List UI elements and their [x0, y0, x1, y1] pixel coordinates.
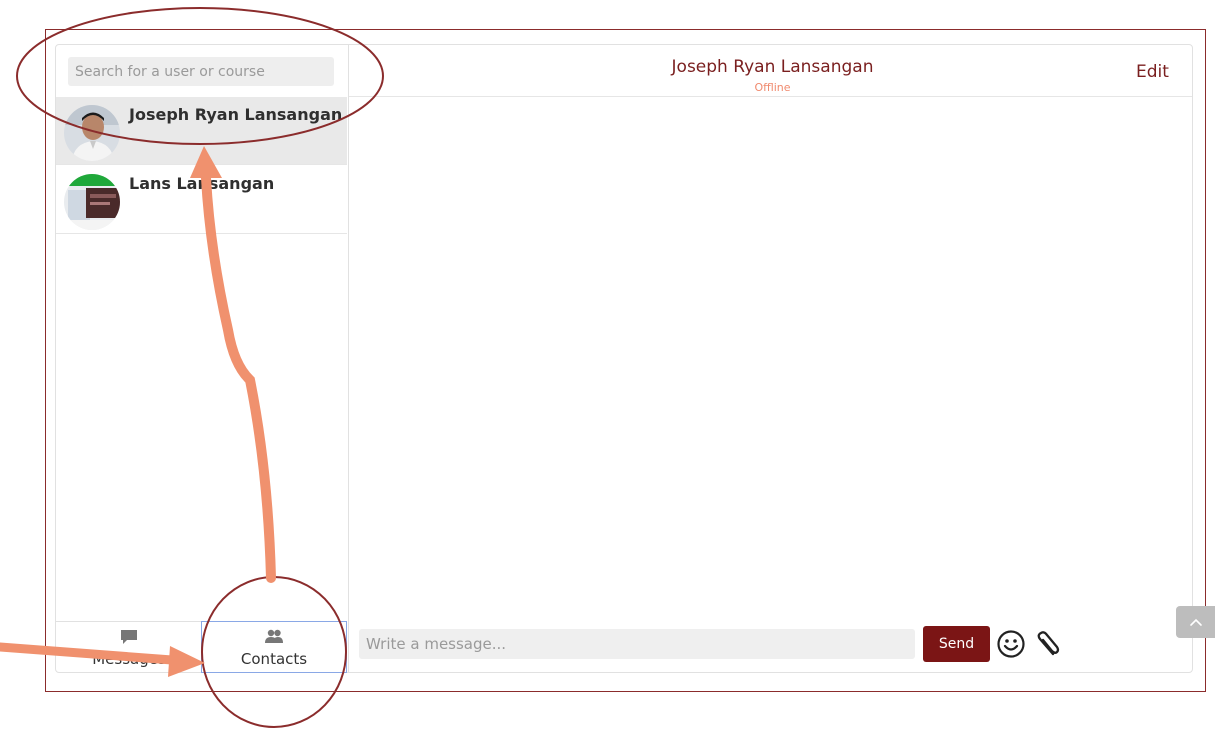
header-divider: [349, 96, 1192, 97]
scroll-to-top-button[interactable]: [1176, 606, 1215, 638]
search-input[interactable]: [68, 57, 334, 86]
contact-name: Lans Lansangan: [129, 174, 275, 193]
paperclip-icon[interactable]: [1031, 628, 1063, 660]
tab-contacts-label: Contacts: [240, 650, 308, 668]
contact-item[interactable]: Lans Lansangan: [56, 166, 347, 234]
conversation-title: Joseph Ryan Lansangan: [671, 57, 874, 77]
message-input[interactable]: [359, 629, 915, 659]
tab-messages-label: Messages: [92, 650, 166, 668]
contacts-icon: [265, 629, 283, 643]
tab-contacts[interactable]: Contacts: [201, 621, 347, 673]
send-button[interactable]: Send: [923, 626, 990, 662]
status-badge: Offline: [754, 81, 791, 94]
avatar: [64, 174, 120, 230]
message-icon: [121, 630, 137, 644]
chevron-up-icon: [1190, 618, 1202, 626]
smiley-icon[interactable]: [996, 629, 1026, 659]
sidebar-tabs: Messages Contacts: [56, 621, 348, 673]
avatar: [64, 105, 120, 161]
contact-item[interactable]: Joseph Ryan Lansangan: [56, 97, 347, 165]
edit-link[interactable]: Edit: [1136, 62, 1169, 82]
contact-name: Joseph Ryan Lansangan: [129, 105, 343, 124]
tab-messages[interactable]: Messages: [56, 621, 202, 673]
